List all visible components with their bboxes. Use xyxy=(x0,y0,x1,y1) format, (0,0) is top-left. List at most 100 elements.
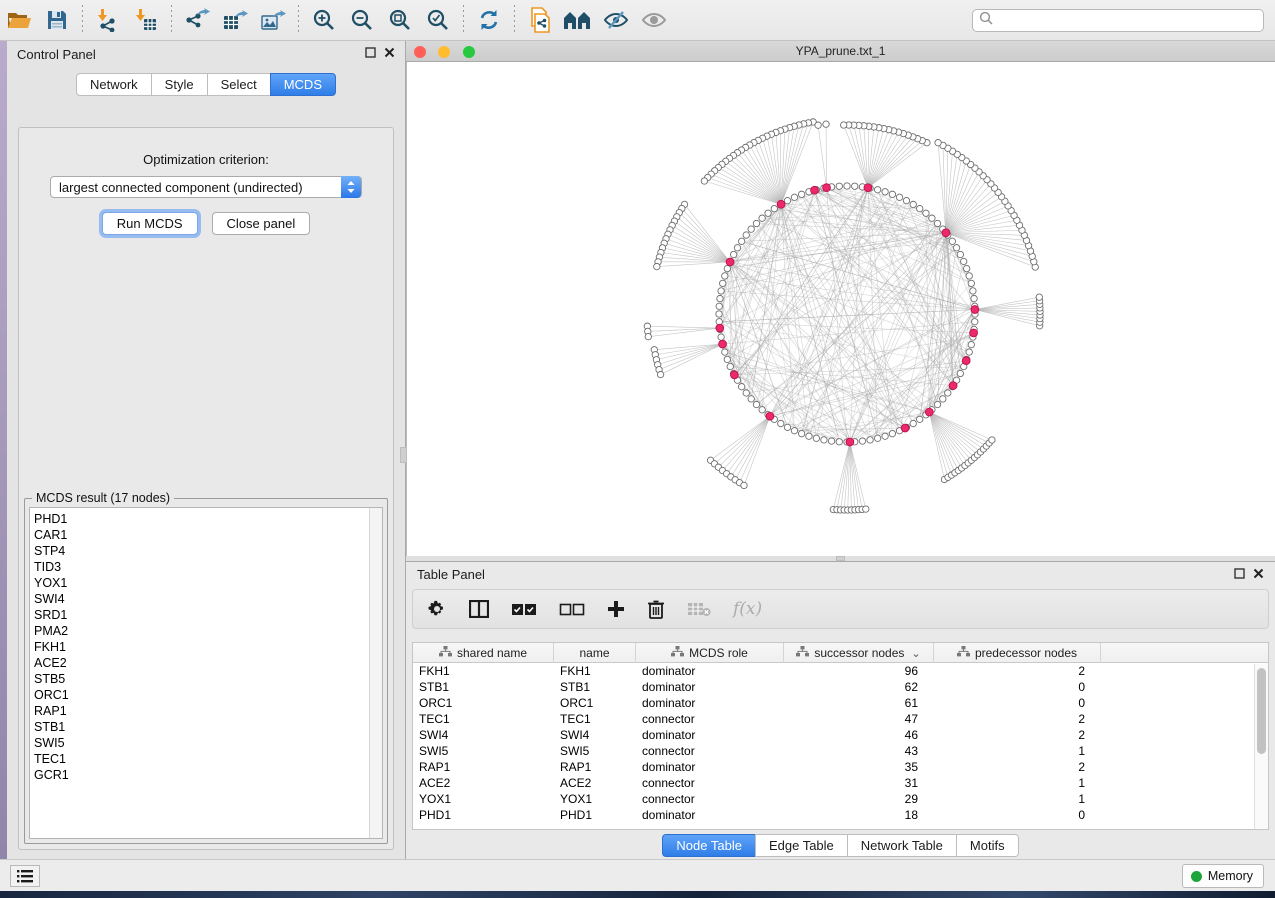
cell-shared-name[interactable]: SWI5 xyxy=(413,744,554,758)
cell-name[interactable]: RAP1 xyxy=(554,760,636,774)
cell-MCDS-role[interactable]: connector xyxy=(636,792,784,806)
tab-motifs[interactable]: Motifs xyxy=(956,834,1019,857)
close-panel-icon[interactable] xyxy=(1253,566,1264,584)
cell-name[interactable]: TEC1 xyxy=(554,712,636,726)
cell-predecessor-nodes[interactable]: 1 xyxy=(934,792,1101,806)
mcds-result-item[interactable]: SWI4 xyxy=(34,591,69,607)
tab-style[interactable]: Style xyxy=(151,73,207,96)
mcds-result-item[interactable]: STB1 xyxy=(34,719,69,735)
zoom-out-icon[interactable] xyxy=(343,3,381,37)
table-body[interactable]: FKH1FKH1dominator962STB1STB1dominator620… xyxy=(413,663,1268,823)
tab-node-table[interactable]: Node Table xyxy=(662,834,755,857)
save-session-icon[interactable] xyxy=(38,3,76,37)
tab-network[interactable]: Network xyxy=(76,73,151,96)
mcds-result-item[interactable]: RAP1 xyxy=(34,703,69,719)
zoom-fit-icon[interactable] xyxy=(381,3,419,37)
open-file-icon[interactable] xyxy=(0,3,38,37)
cell-predecessor-nodes[interactable]: 1 xyxy=(934,744,1101,758)
cell-shared-name[interactable]: RAP1 xyxy=(413,760,554,774)
cell-predecessor-nodes[interactable]: 2 xyxy=(934,760,1101,774)
split-panel-icon[interactable] xyxy=(469,600,489,618)
cell-MCDS-role[interactable]: dominator xyxy=(636,760,784,774)
cell-shared-name[interactable]: FKH1 xyxy=(413,664,554,678)
mcds-result-item[interactable]: TEC1 xyxy=(34,751,69,767)
cell-successor-nodes[interactable]: 43 xyxy=(784,744,934,758)
cell-shared-name[interactable]: TEC1 xyxy=(413,712,554,726)
cell-successor-nodes[interactable]: 47 xyxy=(784,712,934,726)
cell-successor-nodes[interactable]: 46 xyxy=(784,728,934,742)
close-panel-button[interactable]: Close panel xyxy=(212,212,311,235)
mcds-result-listbox[interactable]: PHD1CAR1STP4TID3YOX1SWI4SRD1PMA2FKH1ACE2… xyxy=(29,507,383,839)
first-neighbors-icon[interactable] xyxy=(559,3,597,37)
criterion-select[interactable]: largest connected component (undirected) xyxy=(50,176,362,198)
cell-shared-name[interactable]: ACE2 xyxy=(413,776,554,790)
cell-successor-nodes[interactable]: 61 xyxy=(784,696,934,710)
mcds-result-item[interactable]: CAR1 xyxy=(34,527,69,543)
cell-shared-name[interactable]: SWI4 xyxy=(413,728,554,742)
mcds-result-item[interactable]: PMA2 xyxy=(34,623,69,639)
table-scrollbar[interactable] xyxy=(1254,664,1268,829)
add-column-icon[interactable] xyxy=(607,600,625,618)
cell-MCDS-role[interactable]: dominator xyxy=(636,728,784,742)
memory-button[interactable]: Memory xyxy=(1182,864,1264,888)
cell-shared-name[interactable]: ORC1 xyxy=(413,696,554,710)
mcds-result-item[interactable]: PHD1 xyxy=(34,511,69,527)
column-header-successor-nodes[interactable]: successor nodes⌄ xyxy=(784,643,934,663)
cell-MCDS-role[interactable]: dominator xyxy=(636,664,784,678)
table-row[interactable]: ORC1ORC1dominator610 xyxy=(413,695,1268,711)
table-scrollbar-thumb[interactable] xyxy=(1257,668,1266,754)
vertical-splitter-handle[interactable] xyxy=(400,447,407,463)
cell-MCDS-role[interactable]: dominator xyxy=(636,696,784,710)
cell-shared-name[interactable]: PHD1 xyxy=(413,808,554,822)
tab-select[interactable]: Select xyxy=(207,73,270,96)
cell-successor-nodes[interactable]: 62 xyxy=(784,680,934,694)
window-zoom-icon[interactable] xyxy=(463,46,475,58)
export-table-icon[interactable] xyxy=(216,3,254,37)
cell-MCDS-role[interactable]: connector xyxy=(636,776,784,790)
float-panel-icon[interactable] xyxy=(365,45,376,63)
tab-network-table[interactable]: Network Table xyxy=(847,834,956,857)
mcds-result-item[interactable]: STB5 xyxy=(34,671,69,687)
select-all-icon[interactable] xyxy=(511,603,537,616)
mcds-result-item[interactable]: GCR1 xyxy=(34,767,69,783)
mcds-result-item[interactable]: YOX1 xyxy=(34,575,69,591)
mcds-result-item[interactable]: SRD1 xyxy=(34,607,69,623)
window-minimize-icon[interactable] xyxy=(438,46,450,58)
function-builder-icon[interactable]: f(x) xyxy=(733,599,762,619)
run-mcds-button[interactable]: Run MCDS xyxy=(102,212,198,235)
cell-name[interactable]: SWI5 xyxy=(554,744,636,758)
show-all-icon[interactable] xyxy=(635,3,673,37)
zoom-selected-icon[interactable] xyxy=(419,3,457,37)
cell-successor-nodes[interactable]: 31 xyxy=(784,776,934,790)
cell-name[interactable]: YOX1 xyxy=(554,792,636,806)
column-header-shared-name[interactable]: shared name xyxy=(413,643,554,663)
export-image-icon[interactable] xyxy=(254,3,292,37)
network-titlebar[interactable]: YPA_prune.txt_1 xyxy=(406,41,1275,62)
table-settings-icon[interactable] xyxy=(427,599,447,619)
cell-name[interactable]: ORC1 xyxy=(554,696,636,710)
mcds-result-item[interactable]: SWI5 xyxy=(34,735,69,751)
cell-MCDS-role[interactable]: dominator xyxy=(636,808,784,822)
table-row[interactable]: TEC1TEC1connector472 xyxy=(413,711,1268,727)
table-row[interactable]: PHD1PHD1dominator180 xyxy=(413,807,1268,823)
cell-MCDS-role[interactable]: dominator xyxy=(636,680,784,694)
mcds-result-item[interactable]: ACE2 xyxy=(34,655,69,671)
table-row[interactable]: FKH1FKH1dominator962 xyxy=(413,663,1268,679)
cell-predecessor-nodes[interactable]: 2 xyxy=(934,728,1101,742)
cell-predecessor-nodes[interactable]: 0 xyxy=(934,680,1101,694)
clone-network-icon[interactable] xyxy=(521,3,559,37)
task-history-button[interactable] xyxy=(10,865,40,887)
search-input[interactable] xyxy=(997,14,1263,28)
cell-successor-nodes[interactable]: 18 xyxy=(784,808,934,822)
cell-shared-name[interactable]: STB1 xyxy=(413,680,554,694)
cell-shared-name[interactable]: YOX1 xyxy=(413,792,554,806)
cell-name[interactable]: STB1 xyxy=(554,680,636,694)
cell-MCDS-role[interactable]: connector xyxy=(636,712,784,726)
column-header-predecessor-nodes[interactable]: predecessor nodes xyxy=(934,643,1101,663)
cell-successor-nodes[interactable]: 29 xyxy=(784,792,934,806)
export-network-icon[interactable] xyxy=(178,3,216,37)
refresh-layout-icon[interactable] xyxy=(470,3,508,37)
table-row[interactable]: STB1STB1dominator620 xyxy=(413,679,1268,695)
table-row[interactable]: RAP1RAP1dominator352 xyxy=(413,759,1268,775)
close-panel-icon[interactable] xyxy=(384,45,395,63)
